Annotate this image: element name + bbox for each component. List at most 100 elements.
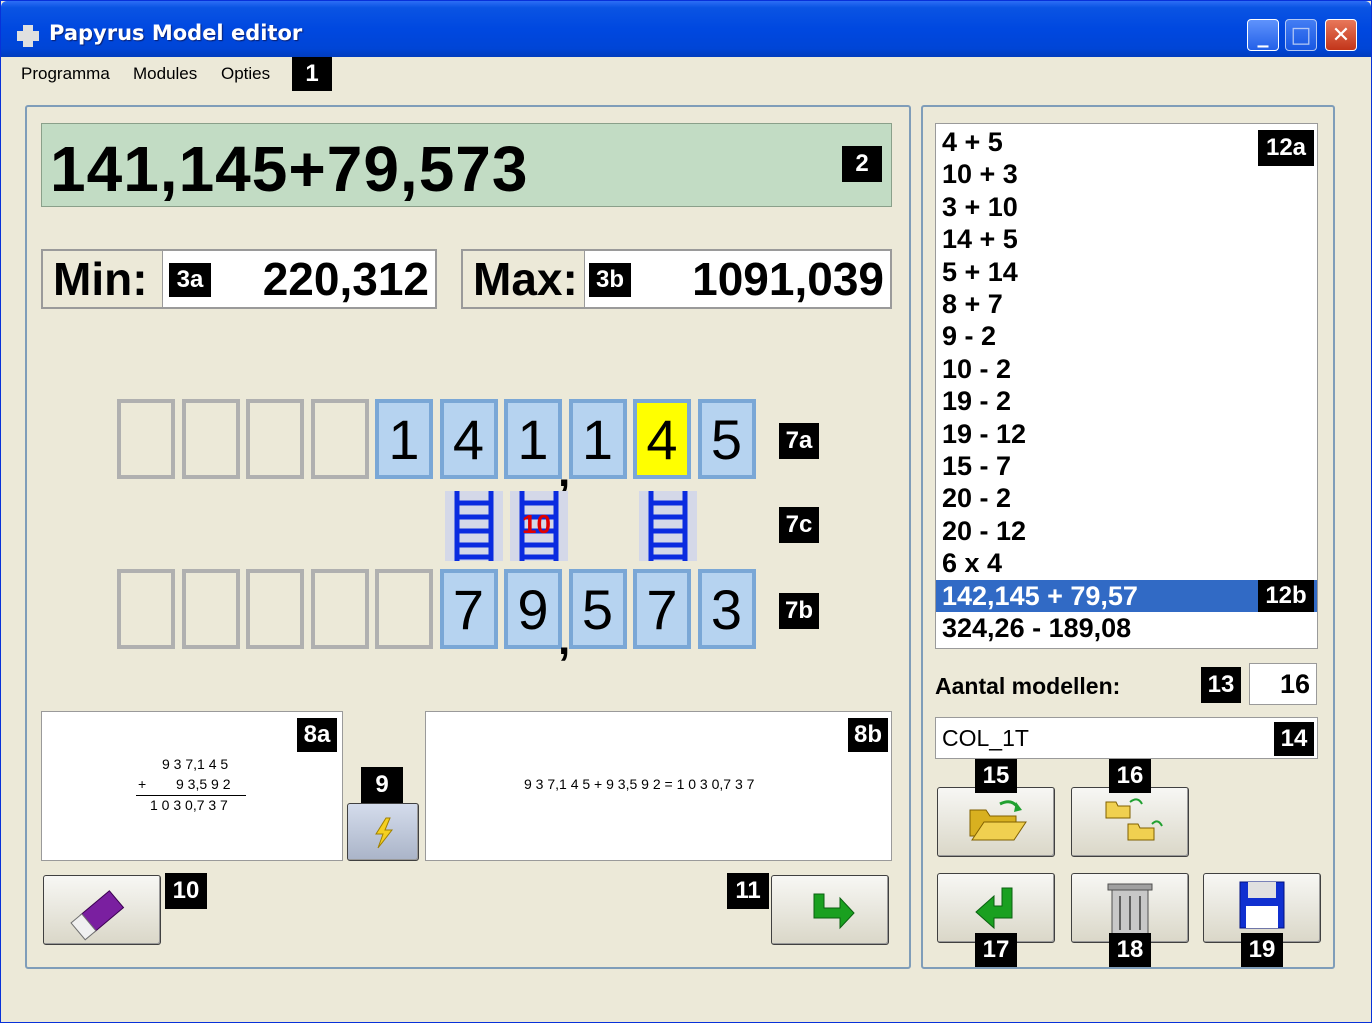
list-item[interactable]: 9 - 2	[936, 320, 1317, 352]
digit-cell-a-2[interactable]	[246, 399, 304, 479]
digit-value: 9	[517, 577, 549, 641]
next-button[interactable]	[771, 875, 889, 945]
digit-cell-a-9[interactable]: 5	[697, 399, 756, 479]
callout-16: 16	[1109, 759, 1151, 793]
digit-value	[121, 573, 171, 645]
list-item[interactable]: 20 - 12	[936, 515, 1317, 547]
digit-value	[186, 403, 236, 475]
min-label: Min:	[43, 251, 163, 307]
list-item[interactable]: 19 - 12	[936, 418, 1317, 450]
digit-cell-a-7[interactable]: 1	[568, 399, 627, 479]
list-item[interactable]: 5 + 14	[936, 256, 1317, 288]
models-list[interactable]: 4 + 5 10 + 33 + 10 14 + 55 + 14 8 + 79 - 21…	[935, 123, 1318, 649]
decimal-comma-b: ,	[558, 615, 571, 664]
digit-cell-a-6[interactable]: 1	[504, 399, 562, 479]
status-bar	[9, 977, 1365, 1021]
digit-cell-b-1[interactable]	[181, 569, 240, 649]
digit-cell-b-0[interactable]	[117, 569, 175, 649]
enter-arrow-icon	[975, 887, 1013, 930]
digit-value	[186, 573, 236, 645]
menu-bar: Programma Modules Opties 1	[9, 57, 1365, 91]
callout-8a: 8a	[297, 718, 337, 752]
list-item[interactable]: 19 - 2	[936, 385, 1317, 417]
digit-cell-b-5[interactable]: 7	[439, 569, 498, 649]
max-field: Max: 3b 1091,039	[461, 249, 892, 309]
callout-2: 2	[842, 146, 882, 182]
carry-ladder-3[interactable]	[639, 491, 697, 561]
expression-text: 141,145+79,573	[50, 133, 529, 205]
column-sum-line1: 9 3 7,1 4 5	[162, 756, 229, 772]
digit-cell-a-8[interactable]: 4	[633, 399, 691, 479]
digit-value	[315, 573, 365, 645]
module-code-field[interactable]: COL_1T 14	[935, 717, 1318, 759]
digit-cell-a-3[interactable]	[310, 399, 369, 479]
digit-cell-b-3[interactable]	[310, 569, 369, 649]
menu-programma[interactable]: Programma	[21, 64, 110, 84]
digit-value: 1	[517, 407, 549, 471]
max-value: 1091,039	[692, 253, 884, 305]
trash-icon	[1107, 883, 1153, 935]
digit-value: 5	[581, 577, 614, 641]
floppy-disk-icon	[1239, 881, 1285, 929]
digit-value: 1	[388, 407, 420, 471]
digit-cell-b-2[interactable]	[246, 569, 304, 649]
digit-cell-a-0[interactable]	[117, 399, 175, 479]
carry-ladder-2[interactable]: 10	[510, 491, 568, 561]
turn-right-arrow-icon	[813, 893, 855, 930]
digit-cell-a-1[interactable]	[181, 399, 240, 479]
column-sum-plus: +	[138, 776, 147, 792]
menu-opties[interactable]: Opties	[221, 64, 270, 84]
list-item[interactable]: 3 + 10	[936, 191, 1317, 223]
list-item[interactable]: 10 - 2	[936, 353, 1317, 385]
ladder-icon	[648, 491, 688, 561]
callout-8b: 8b	[848, 718, 888, 752]
column-sum-line2: 9 3,5 9 2	[176, 776, 231, 792]
digit-value: 7	[452, 577, 485, 641]
model-count-value: 16	[1249, 663, 1317, 705]
digit-cell-a-4[interactable]: 1	[375, 399, 433, 479]
minimize-button[interactable]: _	[1247, 19, 1279, 51]
import-button[interactable]	[1071, 787, 1189, 857]
digit-cell-b-4[interactable]	[375, 569, 433, 649]
list-item[interactable]: 15 - 7	[936, 450, 1317, 482]
column-sum-result: 1 0 3 0,7 3 7	[150, 797, 228, 813]
callout-17: 17	[975, 933, 1017, 967]
callout-18: 18	[1109, 933, 1151, 967]
generate-button[interactable]	[347, 803, 419, 861]
digit-cell-b-6[interactable]: 9	[504, 569, 562, 649]
digit-value	[250, 573, 300, 645]
digit-value	[250, 403, 300, 475]
ladder-icon	[454, 491, 494, 561]
open-file-button[interactable]	[937, 787, 1055, 857]
list-item[interactable]: 8 + 7	[936, 288, 1317, 320]
list-item[interactable]: 20 - 2	[936, 482, 1317, 514]
close-button[interactable]: ✕	[1325, 19, 1357, 51]
menu-modules[interactable]: Modules	[133, 64, 197, 84]
list-item[interactable]: 6 x 4	[936, 547, 1317, 579]
maximize-button[interactable]: □	[1285, 19, 1317, 51]
digit-cell-a-5[interactable]: 4	[439, 399, 498, 479]
sum-line	[136, 795, 246, 796]
callout-7c: 7c	[779, 507, 819, 543]
digit-value: 4	[646, 407, 678, 471]
callout-15: 15	[975, 759, 1017, 793]
maximize-icon: □	[1290, 22, 1312, 48]
callout-13: 13	[1201, 667, 1241, 703]
title-bar[interactable]: Papyrus Model editor _ □ ✕	[1, 1, 1371, 57]
clear-button[interactable]	[43, 875, 161, 945]
digit-value: 5	[710, 407, 743, 471]
minimize-icon: _	[1257, 22, 1269, 48]
digit-value: 1	[581, 407, 614, 471]
carry-ladder-1[interactable]	[445, 491, 503, 561]
digit-cell-b-7[interactable]: 5	[568, 569, 627, 649]
digit-cell-b-8[interactable]: 7	[633, 569, 691, 649]
callout-7b: 7b	[779, 593, 819, 629]
list-item[interactable]: 14 + 5	[936, 223, 1317, 255]
callout-11: 11	[727, 873, 769, 909]
digit-value	[379, 573, 429, 645]
list-item[interactable]: 324,26 - 189,08	[936, 612, 1317, 644]
swap-folders-icon	[1105, 798, 1163, 841]
column-sum-box: 8a 9 3 7,1 4 5 + 9 3,5 9 2 1 0 3 0,7 3 7	[41, 711, 343, 861]
digit-cell-b-9[interactable]: 3	[697, 569, 756, 649]
model-count-label: Aantal modellen:	[935, 673, 1121, 699]
